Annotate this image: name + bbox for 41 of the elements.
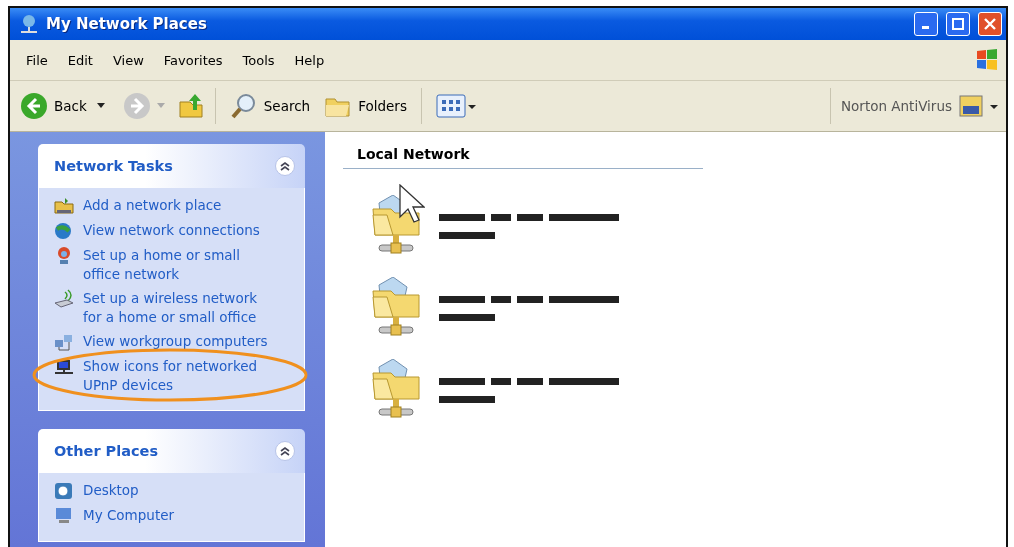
back-button[interactable]: Back <box>16 90 91 122</box>
panel-title: Network Tasks <box>54 158 173 174</box>
panel-header[interactable]: Other Places <box>38 429 305 473</box>
collapse-icon[interactable] <box>275 156 295 176</box>
menu-item[interactable]: Help <box>284 52 335 68</box>
menu-item[interactable]: Favorites <box>153 52 233 68</box>
task-link[interactable]: View network connections <box>83 221 260 240</box>
collapse-icon[interactable] <box>275 441 295 461</box>
group-heading: Local Network <box>343 146 703 169</box>
panel-header[interactable]: Network Tasks <box>38 144 305 188</box>
desktop-icon <box>53 481 75 501</box>
search-button[interactable]: Search <box>225 90 315 122</box>
views-grid-icon <box>435 93 478 119</box>
panel-title: Other Places <box>54 443 159 459</box>
folders-button[interactable]: Folders <box>320 91 411 121</box>
computers-icon <box>53 332 75 352</box>
dropdown-caret-icon[interactable] <box>96 103 105 109</box>
window-title: My Network Places <box>46 15 208 33</box>
task-link[interactable]: Add a network place <box>83 196 222 215</box>
menu-item[interactable]: Tools <box>232 52 285 68</box>
norton-toolbar-icon[interactable] <box>958 93 1000 119</box>
wireless-icon <box>53 289 75 309</box>
menu-item[interactable]: View <box>102 52 154 68</box>
menu-item[interactable]: Edit <box>57 52 103 68</box>
search-icon <box>229 92 258 120</box>
folder-icon <box>53 196 75 216</box>
network-icon <box>18 14 40 34</box>
task-link[interactable]: Set up a home or small office network <box>83 246 273 284</box>
menu-item[interactable]: File <box>16 52 58 68</box>
maximize-icon[interactable] <box>946 12 970 36</box>
close-icon[interactable] <box>978 12 1002 36</box>
task-link[interactable]: Desktop <box>83 481 139 500</box>
task-link[interactable]: Set up a wireless network for a home or small office <box>83 289 273 327</box>
minimize-icon[interactable] <box>914 12 938 36</box>
task-link[interactable]: My Computer <box>83 506 175 525</box>
windows-logo-icon <box>974 47 1000 73</box>
norton-antivirus-label[interactable]: Norton AntiVirus <box>841 98 952 114</box>
monitor-icon <box>53 357 75 377</box>
up-folder-icon[interactable] <box>176 92 205 120</box>
task-link[interactable]: View workgroup computers <box>83 332 268 351</box>
mouse-pointer-icon <box>399 184 425 224</box>
